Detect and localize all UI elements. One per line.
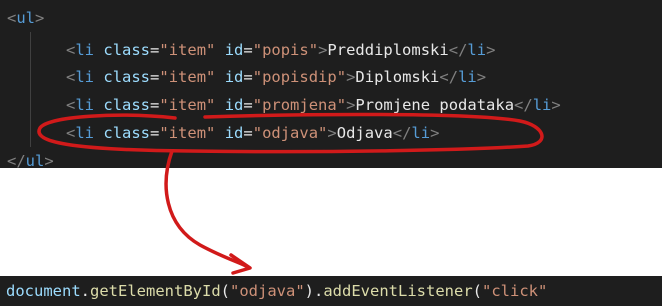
attribute-value: "item" <box>159 41 216 59</box>
attribute-name: class <box>103 68 151 86</box>
bracket: > <box>318 41 328 59</box>
tag-name: li <box>411 124 431 142</box>
code-line-ul-close: </ul> <box>7 148 54 174</box>
bracket: </ <box>439 68 459 86</box>
html-code-panel: <ul> <li class="item" id="popis">Preddip… <box>0 0 662 170</box>
bracket: < <box>66 96 76 114</box>
dot: . <box>80 282 90 300</box>
tag-name: ul <box>25 152 45 170</box>
attribute-value: "item" <box>159 96 216 114</box>
tag-name: li <box>75 41 95 59</box>
attribute-name: id <box>224 41 244 59</box>
bracket: > <box>35 9 45 27</box>
code-line-li-odjava: <li class="item" id="odjava">Odjava</li> <box>66 120 439 146</box>
equals: = <box>243 124 253 142</box>
attribute-name: id <box>224 96 244 114</box>
attribute-value: "popisdip" <box>252 68 347 86</box>
tag-name: li <box>467 41 487 59</box>
code-line-li-promjena: <li class="item" id="promjena">Promjene … <box>66 92 561 118</box>
bracket: < <box>7 9 17 27</box>
paren: ( <box>220 282 230 300</box>
code-line-li-popis: <li class="item" id="popis">Preddiplomsk… <box>66 37 495 63</box>
tag-name: li <box>75 68 95 86</box>
js-string: "odjava" <box>230 282 305 300</box>
indent-guide <box>30 32 31 147</box>
bracket: </ <box>392 124 412 142</box>
attribute-name: class <box>103 41 151 59</box>
js-code-panel: document.getElementById("odjava").addEve… <box>0 276 662 306</box>
dot: . <box>314 282 324 300</box>
element-text: Diplomski <box>355 68 440 86</box>
attribute-value: "odjava" <box>252 124 328 142</box>
equals: = <box>150 96 160 114</box>
paren: ) <box>304 282 314 300</box>
paren: ( <box>472 282 482 300</box>
attribute-name: class <box>103 124 151 142</box>
bracket: < <box>66 68 76 86</box>
element-text: Preddiplomski <box>327 41 449 59</box>
bracket: > <box>44 152 54 170</box>
attribute-value: "item" <box>159 68 216 86</box>
arrowhead-icon <box>229 253 252 275</box>
js-object: document <box>6 282 81 300</box>
bracket: > <box>327 124 337 142</box>
attribute-value: "popis" <box>252 41 319 59</box>
arrow-curve <box>164 149 248 268</box>
attribute-value: "item" <box>159 124 216 142</box>
tag-name: li <box>75 124 95 142</box>
tag-name: li <box>75 96 95 114</box>
bracket: > <box>346 68 356 86</box>
js-string: "click" <box>482 282 548 300</box>
tag-name: li <box>532 96 552 114</box>
attribute-name: class <box>103 96 151 114</box>
bracket: < <box>66 124 76 142</box>
equals: = <box>150 124 160 142</box>
js-code-line: document.getElementById("odjava").addEve… <box>6 278 547 304</box>
bracket: > <box>476 68 487 86</box>
js-method: getElementById <box>90 282 221 300</box>
js-method: addEventListener <box>323 282 473 300</box>
attribute-value: "promjena" <box>252 96 347 114</box>
bracket: </ <box>514 96 533 114</box>
tag-name: ul <box>16 9 36 27</box>
equals: = <box>243 96 253 114</box>
attribute-name: id <box>224 68 244 86</box>
bracket: </ <box>7 152 26 170</box>
bracket: > <box>430 124 440 142</box>
bracket: </ <box>448 41 468 59</box>
equals: = <box>243 41 253 59</box>
code-line-li-popisdip: <li class="item" id="popisdip">Diplomski… <box>66 64 486 90</box>
bracket: > <box>551 96 561 114</box>
equals: = <box>150 41 160 59</box>
element-text: Odjava <box>336 124 393 142</box>
attribute-name: id <box>224 124 244 142</box>
bracket: > <box>486 41 496 59</box>
bracket: < <box>66 41 76 59</box>
code-line-ul-open: <ul> <box>7 5 44 31</box>
tag-name: li <box>458 68 477 86</box>
equals: = <box>150 68 160 86</box>
equals: = <box>243 68 253 86</box>
bracket: > <box>346 96 356 114</box>
element-text: Promjene podataka <box>355 96 515 114</box>
